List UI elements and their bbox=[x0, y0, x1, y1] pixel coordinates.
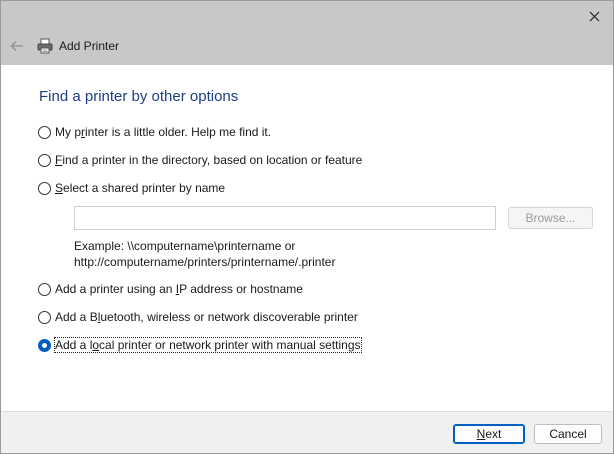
example-line-1: Example: \\computername\printername or bbox=[74, 239, 296, 253]
printer-icon bbox=[37, 38, 53, 54]
title-bar: Add Printer bbox=[1, 1, 613, 65]
option-label: Add a local printer or network printer w… bbox=[54, 337, 362, 353]
radio-ip-address[interactable] bbox=[38, 282, 51, 296]
option-label: Select a shared printer by name bbox=[55, 181, 226, 195]
radio-shared-by-name[interactable] bbox=[38, 181, 51, 195]
option-local-manual[interactable]: Add a local printer or network printer w… bbox=[38, 337, 362, 353]
back-button[interactable] bbox=[7, 36, 27, 56]
option-shared-by-name[interactable]: Select a shared printer by name bbox=[38, 181, 225, 195]
dialog-footer: Next Cancel bbox=[1, 411, 613, 453]
example-text: Example: \\computername\printername or h… bbox=[74, 238, 335, 270]
window-title: Add Printer bbox=[59, 39, 120, 53]
next-button[interactable]: Next bbox=[453, 424, 525, 444]
content-area: Find a printer by other options My print… bbox=[1, 65, 613, 411]
option-bluetooth-wireless[interactable]: Add a Bluetooth, wireless or network dis… bbox=[38, 310, 358, 324]
page-heading: Find a printer by other options bbox=[39, 88, 239, 105]
option-directory[interactable]: Find a printer in the directory, based o… bbox=[38, 153, 362, 167]
close-button[interactable] bbox=[581, 5, 607, 27]
radio-local-manual[interactable] bbox=[38, 338, 51, 352]
close-icon bbox=[589, 11, 599, 21]
cancel-button[interactable]: Cancel bbox=[534, 424, 602, 444]
shared-printer-name-input[interactable] bbox=[74, 206, 496, 230]
option-label: Add a printer using an IP address or hos… bbox=[55, 282, 303, 296]
radio-older-printer[interactable] bbox=[38, 125, 51, 139]
back-arrow-icon bbox=[10, 41, 23, 51]
option-ip-address[interactable]: Add a printer using an IP address or hos… bbox=[38, 282, 303, 296]
option-label: My printer is a little older. Help me fi… bbox=[55, 125, 272, 139]
option-label: Find a printer in the directory, based o… bbox=[55, 153, 363, 167]
example-line-2: http://computername/printers/printername… bbox=[74, 255, 336, 269]
radio-directory[interactable] bbox=[38, 153, 51, 167]
browse-button[interactable]: Browse... bbox=[508, 207, 593, 229]
option-older-printer[interactable]: My printer is a little older. Help me fi… bbox=[38, 125, 271, 139]
radio-bluetooth-wireless[interactable] bbox=[38, 310, 51, 324]
option-label: Add a Bluetooth, wireless or network dis… bbox=[55, 310, 358, 324]
add-printer-window: Add Printer Find a printer by other opti… bbox=[0, 0, 614, 454]
